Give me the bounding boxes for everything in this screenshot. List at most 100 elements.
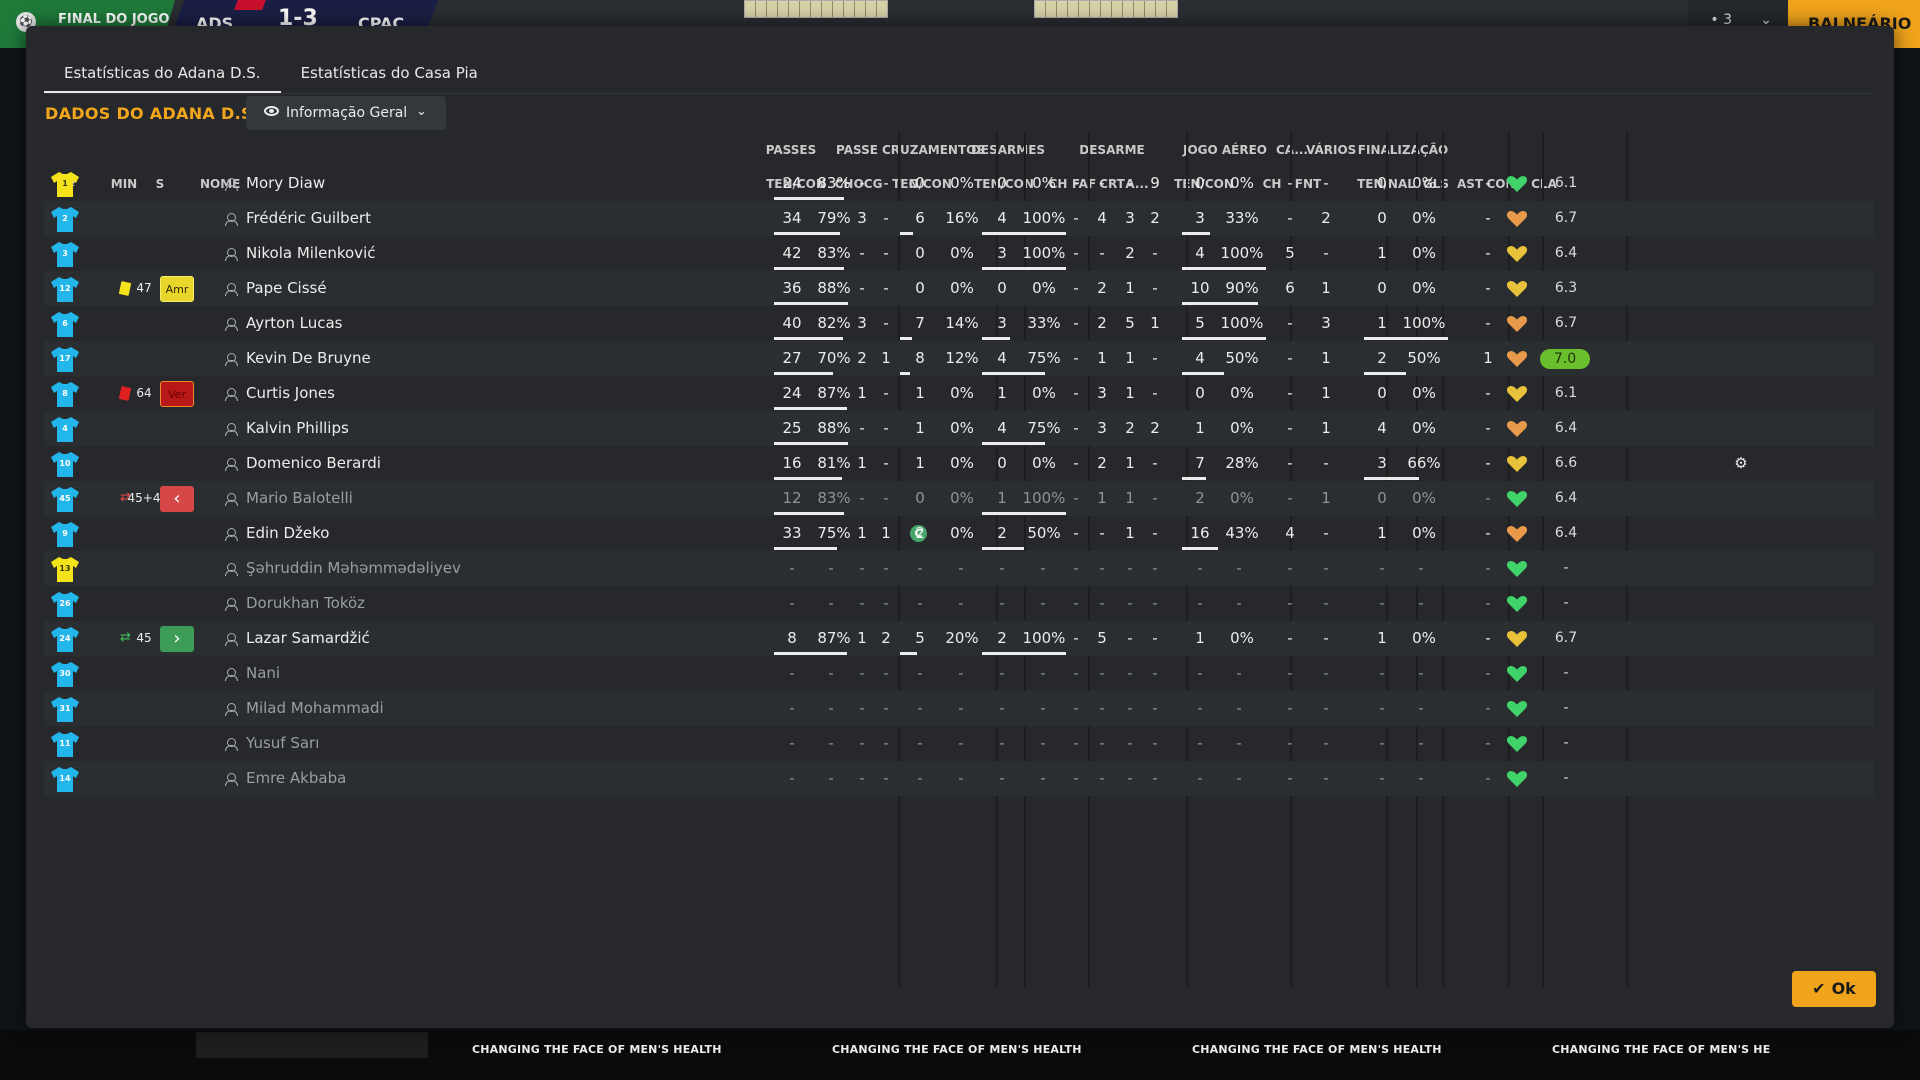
shirt-number-icon: 8 [50,380,80,408]
ca-ch: - [1287,629,1293,647]
tackles-key: - [1073,489,1079,507]
view-select[interactable]: Informação Geral ⌄ [246,96,446,130]
percentage-bar [1182,372,1224,375]
clearances: 3 [1125,209,1135,227]
condition-heart-icon [1506,315,1528,333]
empty-stat: - [1418,559,1424,577]
crosses-pct: 0% [950,244,974,262]
empty-stat: - [859,594,865,612]
table-row[interactable]: 3 Nikola Milenković 42 83% - -0 0% 3 100% - -2-4 10… [44,236,1874,271]
empty-stat: - [859,769,865,787]
table-row[interactable]: 8 64 Ver Curtis Jones 24 87% 1-1 0% 1 0% -3 1-0 0% -1… [44,376,1874,411]
table-row[interactable]: 6 Ayrton Lucas 40 82% 3-7 14% 3 33% -2 5 1 5 100% -3 1… [44,306,1874,341]
table-row[interactable]: 11 Yusuf Sarı - - - - - - - - - - - - - - - - - - - - [44,726,1874,761]
player-name[interactable]: Milad Mohammadi [246,691,384,726]
empty-stat: - [1040,734,1046,752]
player-name[interactable]: Mario Balotelli [246,481,353,516]
player-name[interactable]: Emre Akbaba [246,761,346,796]
player-name[interactable]: Nani [246,656,280,691]
player-name[interactable]: Edin Džeko [246,516,329,551]
shirt-number-icon: 30 [50,660,80,688]
shirt-number: 17 [59,354,71,363]
key-pass: - [859,244,865,262]
player-name[interactable]: Ayrton Lucas [246,306,342,341]
tackles-att: 2 [997,629,1007,647]
percentage-bar [1182,337,1266,340]
table-row[interactable]: 4 Kalvin Phillips 25 88% - -1 0% 4 75% -3 2 2 1 0% -1 4… [44,411,1874,446]
empty-stat: - [1099,734,1105,752]
empty-stat: - [1418,594,1424,612]
empty-stat: - [1040,664,1046,682]
player-name[interactable]: Dorukhan Toköz [246,586,365,621]
percentage-bar [982,652,1066,655]
table-row[interactable]: 30 Nani - - - - - - - - - - - - - - - - - - - - [44,656,1874,691]
tackles-att: 4 [997,419,1007,437]
table-row[interactable]: 14 Emre Akbaba - - - - - - - - - - - - - - - - - - - - [44,761,1874,796]
percentage-bar [774,407,847,410]
crosses-pct: 20% [945,629,979,647]
player-name[interactable]: Pape Cissé [246,271,327,306]
empty-stat: - [1379,699,1385,717]
table-row[interactable]: 10 Domenico Berardi 16 81% 1-1 0% 0 0% -2 1-7 28% -… [44,446,1874,481]
percentage-bar [774,442,848,445]
clearances: - [1127,174,1133,192]
headers-pct: 33% [1225,209,1259,227]
table-row[interactable]: 17 Kevin De Bruyne 27 70% 2 1 8 12% 4 75% -1 1-4 50%… [44,341,1874,376]
player-icon [225,353,238,366]
empty-stat: - [958,769,964,787]
table-row[interactable]: 45 ⇄ 45+4 ‹ Mario Balotelli 12 83% - -0 0% 1 100% -1… [44,481,1874,516]
player-name[interactable]: Mory Diaw [246,166,325,201]
player-name[interactable]: Domenico Berardi [246,446,381,481]
player-name[interactable]: Şəhruddin Məhəmmədəliyev [246,551,461,586]
clearances: 1 [1125,279,1135,297]
player-rating: - [1563,560,1569,576]
interceptions: - [1152,279,1158,297]
empty-stat: - [1099,559,1105,577]
table-row[interactable]: 2 Frédéric Guilbert 34 79% 3-6 16% 4 100% -4 3 2 3 3… [44,201,1874,236]
tab-home-stats[interactable]: Estatísticas do Adana D.S. [44,54,281,94]
player-name[interactable]: Yusuf Sarı [246,726,319,761]
empty-stat: - [999,734,1005,752]
ok-button[interactable]: ✔ Ok [1792,971,1876,1007]
passes-pct: 81% [817,454,851,472]
condition-heart-icon [1506,280,1528,298]
varios-fnt: 1 [1321,349,1331,367]
shirt-number: 30 [59,669,71,678]
sub-out-button[interactable]: ‹ [160,486,194,512]
clearances: 1 [1125,524,1135,542]
table-row[interactable]: 24 ⇄ 45 › Lazar Samardžić 8 87% 1 2 5 20% 2 100% -5- -… [44,621,1874,656]
goal-boot-icon: ⚙ [1734,454,1748,472]
table-row[interactable]: 12 47 Amr Pape Cissé 36 88% - -0 0% 0 0% -2 1-10 90% 6… [44,271,1874,306]
player-name[interactable]: Kalvin Phillips [246,411,349,446]
sub-in-button[interactable]: › [160,626,194,652]
player-name[interactable]: Frédéric Guilbert [246,201,371,236]
tackles-pct: 0% [1032,384,1056,402]
assists-cell: - [1485,454,1491,472]
table-row[interactable]: 13 Şəhruddin Məhəmmədəliyev - - - - - - - - - - - - - -… [44,551,1874,586]
tackles-pct: 50% [1027,524,1061,542]
shirt-number: 9 [62,529,68,538]
table-row[interactable]: 31 Milad Mohammadi - - - - - - - - - - - - - - - - - - - - [44,691,1874,726]
empty-stat: - [828,734,834,752]
tackles-key: - [1073,454,1079,472]
shirt-number-icon: 24 [50,625,80,653]
chances-created: - [883,489,889,507]
table-row[interactable]: 9 Edin Džeko C 33 75% 1 1 2 0% 2 50% - -1-16 43% 4-1 0%… [44,516,1874,551]
table-row[interactable]: 26 Dorukhan Toköz - - - - - - - - - - - - - - - - - - - - [44,586,1874,621]
passes-att: 33 [782,524,802,542]
player-icon [225,633,238,646]
headers-pct: 0% [1230,419,1254,437]
assists-cell: - [1485,664,1491,682]
interceptions: 2 [1150,209,1160,227]
empty-stat: - [1127,664,1133,682]
player-name[interactable]: Curtis Jones [246,376,335,411]
player-name[interactable]: Kevin De Bruyne [246,341,371,376]
tab-away-stats[interactable]: Estatísticas do Casa Pia [281,54,498,94]
empty-stat: - [1152,769,1158,787]
shots-pct: 0% [1412,524,1436,542]
crosses-pct: 0% [950,524,974,542]
empty-stat: - [789,559,795,577]
player-name[interactable]: Nikola Milenković [246,236,375,271]
table-row[interactable]: 1 Mory Diaw 24 83% - -0 0% 0 0% - - -9 0 0% - -0 0% -6.1 [44,166,1874,201]
player-name[interactable]: Lazar Samardžić [246,621,370,656]
